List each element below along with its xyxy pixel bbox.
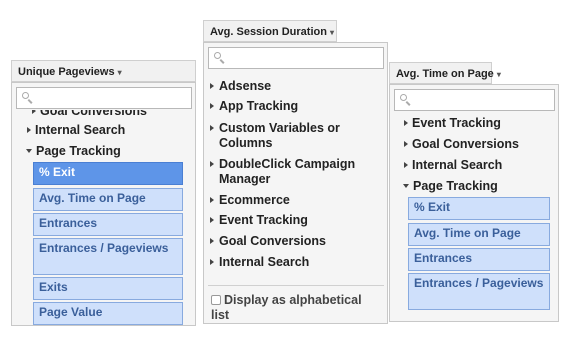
search-input[interactable]: [208, 47, 384, 69]
search-icon: [22, 92, 29, 99]
dropdown-panel: Event Tracking Goal Conversions Internal…: [389, 84, 559, 322]
category-internal-search[interactable]: Internal Search: [27, 123, 125, 137]
expand-arrow-icon: [210, 238, 214, 244]
expand-arrow-icon: [210, 217, 214, 223]
dropdown-list[interactable]: Event Tracking Goal Conversions Internal…: [390, 113, 558, 321]
category-ecommerce[interactable]: Ecommerce: [210, 193, 290, 208]
category-page-tracking[interactable]: Page Tracking: [403, 179, 498, 193]
category-event-tracking[interactable]: Event Tracking: [404, 116, 501, 130]
chevron-down-icon: ▾: [117, 68, 122, 77]
collapse-arrow-icon: [26, 149, 32, 153]
search-input[interactable]: [16, 87, 192, 109]
category-event-tracking[interactable]: Event Tracking: [210, 213, 308, 228]
chevron-down-icon: ▾: [329, 28, 334, 37]
checkbox[interactable]: [211, 295, 221, 305]
category-goal-conversions[interactable]: Goal Conversions: [404, 137, 519, 151]
subitem-avg-time-on-page[interactable]: Avg. Time on Page: [33, 188, 183, 211]
subitem-entrances[interactable]: Entrances: [33, 213, 183, 236]
category-internal-search[interactable]: Internal Search: [404, 158, 502, 172]
category-doubleclick[interactable]: DoubleClick Campaign Manager: [210, 157, 384, 187]
expand-arrow-icon: [27, 127, 31, 133]
dropdown-list[interactable]: Goal Conversions Internal Search Page Tr…: [12, 110, 195, 325]
category-app-tracking[interactable]: App Tracking: [210, 99, 298, 114]
metric-selector-label: Avg. Session Duration: [210, 26, 327, 38]
dropdown-panel: Goal Conversions Internal Search Page Tr…: [11, 82, 196, 326]
expand-arrow-icon: [404, 162, 408, 168]
divider: [208, 285, 384, 286]
category-goal-conversions[interactable]: Goal Conversions: [210, 234, 326, 249]
category-custom-variables[interactable]: Custom Variables or Columns: [210, 121, 379, 151]
category-goal-conversions[interactable]: Goal Conversions: [32, 110, 147, 118]
search-icon: [214, 52, 221, 59]
metric-selector-label: Unique Pageviews: [18, 66, 115, 78]
chevron-down-icon: ▾: [496, 70, 501, 79]
subitem-exits[interactable]: Exits: [33, 277, 183, 300]
metric-selector-unique-pageviews[interactable]: Unique Pageviews ▾: [11, 60, 196, 82]
subitem-entrances[interactable]: Entrances: [408, 248, 550, 271]
expand-arrow-icon: [210, 83, 214, 89]
expand-arrow-icon: [404, 141, 408, 147]
expand-arrow-icon: [210, 161, 214, 167]
alphabetical-toggle[interactable]: Display as alphabetical list: [211, 293, 381, 323]
expand-arrow-icon: [210, 125, 214, 131]
collapse-arrow-icon: [403, 184, 409, 188]
subitem-entrances-pageviews[interactable]: Entrances / Pageviews: [408, 273, 550, 310]
dropdown-panel: Adsense App Tracking Custom Variables or…: [203, 42, 388, 324]
category-page-tracking[interactable]: Page Tracking: [26, 144, 121, 158]
search-icon: [400, 94, 407, 101]
subitem-avg-time-on-page[interactable]: Avg. Time on Page: [408, 223, 550, 246]
metric-selector-avg-time-on-page[interactable]: Avg. Time on Page ▾: [389, 62, 501, 84]
metric-selector-avg-session-duration[interactable]: Avg. Session Duration ▾: [203, 20, 337, 42]
search-input[interactable]: [394, 89, 555, 111]
category-adsense[interactable]: Adsense: [210, 79, 271, 94]
expand-arrow-icon: [210, 197, 214, 203]
subitem-entrances-pageviews[interactable]: Entrances / Pageviews: [33, 238, 183, 275]
subitem-exit-percent[interactable]: % Exit: [408, 197, 550, 220]
metric-selector-label: Avg. Time on Page: [396, 68, 494, 80]
subitem-page-value[interactable]: Page Value: [33, 302, 183, 325]
expand-arrow-icon: [210, 103, 214, 109]
category-internal-search[interactable]: Internal Search: [210, 255, 309, 270]
alphabetical-label: Display as alphabetical list: [211, 293, 362, 322]
expand-arrow-icon: [210, 259, 214, 265]
expand-arrow-icon: [32, 110, 36, 114]
expand-arrow-icon: [404, 120, 408, 126]
subitem-exit-percent[interactable]: % Exit: [33, 162, 183, 185]
